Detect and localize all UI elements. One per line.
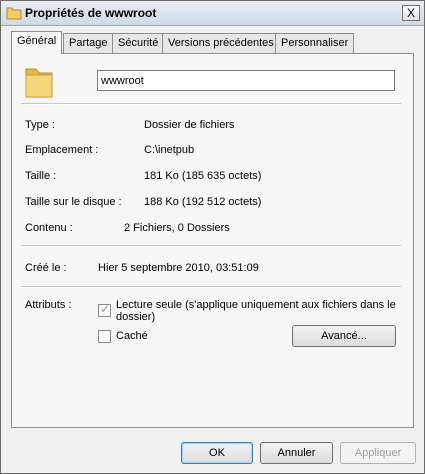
hidden-label[interactable]: Caché	[116, 330, 148, 342]
disk-size-value: 188 Ko (192 512 octets)	[144, 196, 262, 208]
general-panel	[11, 53, 414, 428]
tab-security[interactable]: Sécurité	[112, 33, 165, 53]
cancel-button[interactable]: Annuler	[260, 442, 333, 464]
window-title: Propriétés de wwwroot	[25, 6, 157, 20]
checkmark-icon: ✓	[100, 302, 111, 316]
close-button[interactable]: X	[402, 5, 420, 21]
separator	[21, 286, 401, 288]
properties-dialog: Propriétés de wwwroot X Général Partage …	[0, 0, 425, 474]
attributes-label: Attributs :	[25, 299, 72, 311]
type-label: Type :	[25, 119, 55, 131]
created-value: Hier 5 septembre 2010, 03:51:09	[98, 262, 259, 274]
tab-strip: Général Partage Sécurité Versions précéd…	[11, 31, 415, 54]
disk-size-label: Taille sur le disque :	[25, 196, 122, 208]
large-folder-icon	[23, 63, 55, 102]
tab-general[interactable]: Général	[11, 31, 63, 54]
tab-customize[interactable]: Personnaliser	[275, 33, 355, 53]
advanced-button[interactable]: Avancé...	[292, 325, 396, 347]
close-icon: X	[406, 6, 415, 20]
separator	[21, 103, 401, 105]
size-label: Taille :	[25, 170, 57, 182]
size-value: 181 Ko (185 635 octets)	[144, 170, 262, 182]
location-value: C:\inetpub	[144, 144, 195, 156]
title-bar[interactable]: Propriétés de wwwroot X	[1, 1, 424, 26]
apply-button[interactable]: Appliquer	[340, 442, 416, 464]
type-value: Dossier de fichiers	[144, 119, 235, 131]
contents-value: 2 Fichiers, 0 Dossiers	[124, 222, 230, 234]
readonly-label[interactable]: Lecture seule (s'applique uniquement aux…	[116, 299, 396, 323]
hidden-checkbox[interactable]	[98, 330, 111, 343]
ok-button[interactable]: OK	[181, 442, 253, 464]
created-label: Créé le :	[25, 262, 67, 274]
readonly-checkbox[interactable]: ✓	[98, 302, 111, 317]
contents-label: Contenu :	[25, 222, 73, 234]
separator	[21, 245, 401, 247]
tab-previous-versions[interactable]: Versions précédentes	[162, 33, 280, 53]
tab-sharing[interactable]: Partage	[63, 33, 114, 53]
folder-name-input[interactable]	[97, 70, 395, 91]
folder-icon	[6, 6, 22, 23]
location-label: Emplacement :	[25, 144, 99, 156]
